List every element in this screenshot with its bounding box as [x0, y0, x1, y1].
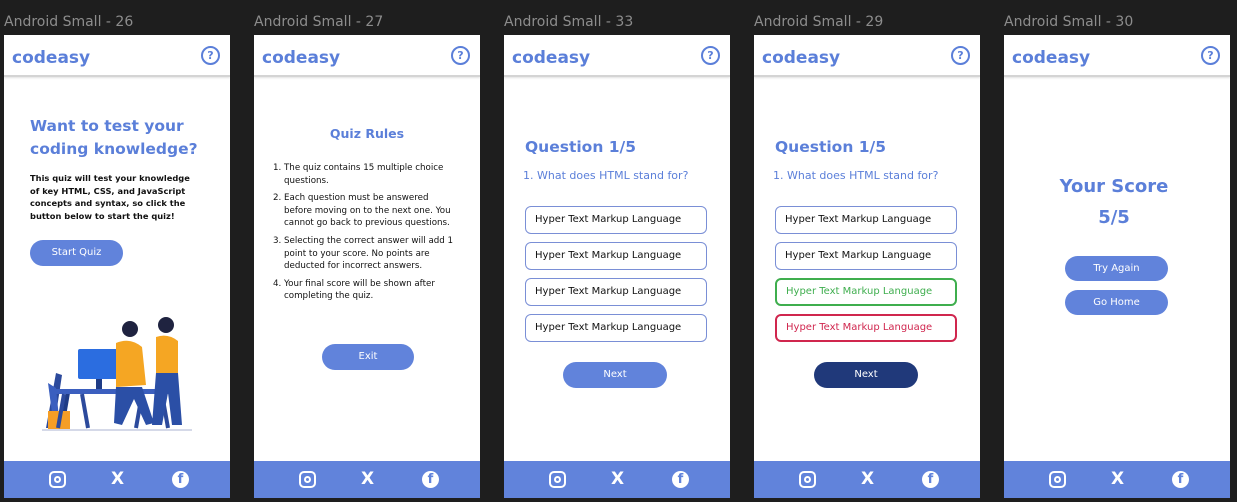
next-button[interactable]: Next: [814, 362, 918, 388]
app-header: codeasy ?: [4, 35, 230, 77]
x-twitter-icon[interactable]: X: [359, 471, 376, 488]
rule-item: Each question must be answered before mo…: [284, 192, 457, 230]
score-heading: Your Score: [1059, 176, 1169, 197]
answer-option[interactable]: Hyper Text Markup Language: [525, 314, 707, 342]
brand-logo[interactable]: codeasy: [262, 48, 340, 68]
answer-option[interactable]: Hyper Text Markup Language: [525, 206, 707, 234]
score-value: 5/5: [1098, 207, 1130, 228]
question-counter: Question 1/5: [525, 138, 636, 156]
start-quiz-button[interactable]: Start Quiz: [30, 240, 123, 266]
answer-option-correct[interactable]: Hyper Text Markup Language: [775, 278, 957, 306]
facebook-icon[interactable]: f: [922, 471, 939, 488]
frame-answered: Android Small - 29 codeasy ? Question 1/…: [754, 0, 980, 502]
frame-title: Android Small - 27: [254, 14, 384, 30]
rule-item: The quiz contains 15 multiple choice que…: [284, 162, 457, 187]
facebook-icon[interactable]: f: [1172, 471, 1189, 488]
answer-option[interactable]: Hyper Text Markup Language: [525, 278, 707, 306]
answer-option-wrong[interactable]: Hyper Text Markup Language: [775, 314, 957, 342]
app-header: codeasy ?: [504, 35, 730, 77]
brand-logo[interactable]: codeasy: [1012, 48, 1090, 68]
social-footer: X f: [754, 461, 980, 498]
rule-item: Selecting the correct answer will add 1 …: [284, 235, 457, 273]
phone-screen: codeasy ? Question 1/5 1. What does HTML…: [754, 35, 980, 498]
phone-screen: codeasy ? Question 1/5 1. What does HTML…: [504, 35, 730, 498]
try-again-button[interactable]: Try Again: [1065, 256, 1168, 281]
phone-screen: codeasy ? Quiz Rules The quiz contains 1…: [254, 35, 480, 498]
frame-title: Android Small - 29: [754, 14, 884, 30]
answer-option[interactable]: Hyper Text Markup Language: [775, 206, 957, 234]
intro-description: This quiz will test your knowledge of ke…: [30, 173, 190, 221]
help-icon[interactable]: ?: [451, 46, 470, 65]
question-text: 1. What does HTML stand for?: [773, 169, 939, 182]
next-button[interactable]: Next: [563, 362, 667, 388]
app-header: codeasy ?: [1004, 35, 1230, 77]
social-footer: X f: [1004, 461, 1230, 498]
x-twitter-icon[interactable]: X: [609, 471, 626, 488]
frame-result: Android Small - 30 codeasy ? Your Score …: [1004, 0, 1230, 502]
rules-list: The quiz contains 15 multiple choice que…: [272, 162, 457, 308]
instagram-icon[interactable]: [799, 471, 816, 488]
phone-screen: codeasy ? Your Score 5/5 Try Again Go Ho…: [1004, 35, 1230, 498]
help-icon[interactable]: ?: [201, 46, 220, 65]
instagram-icon[interactable]: [49, 471, 66, 488]
help-icon[interactable]: ?: [701, 46, 720, 65]
answer-option[interactable]: Hyper Text Markup Language: [525, 242, 707, 270]
facebook-icon[interactable]: f: [172, 471, 189, 488]
frame-question: Android Small - 33 codeasy ? Question 1/…: [504, 0, 730, 502]
help-icon[interactable]: ?: [1201, 46, 1220, 65]
go-home-button[interactable]: Go Home: [1065, 290, 1168, 315]
social-footer: X f: [504, 461, 730, 498]
frame-rules: Android Small - 27 codeasy ? Quiz Rules …: [254, 0, 480, 502]
social-footer: X f: [254, 461, 480, 498]
frame-title: Android Small - 33: [504, 14, 634, 30]
help-icon[interactable]: ?: [951, 46, 970, 65]
intro-heading: Want to test your coding knowledge?: [30, 117, 198, 158]
x-twitter-icon[interactable]: X: [859, 471, 876, 488]
phone-screen: codeasy ? Want to test your coding knowl…: [4, 35, 230, 498]
exit-button[interactable]: Exit: [322, 344, 414, 370]
rule-item: Your final score will be shown after com…: [284, 278, 457, 303]
facebook-icon[interactable]: f: [672, 471, 689, 488]
question-counter: Question 1/5: [775, 138, 886, 156]
frame-title: Android Small - 26: [4, 14, 134, 30]
app-header: codeasy ?: [754, 35, 980, 77]
brand-logo[interactable]: codeasy: [762, 48, 840, 68]
x-twitter-icon[interactable]: X: [109, 471, 126, 488]
answer-option[interactable]: Hyper Text Markup Language: [775, 242, 957, 270]
question-text: 1. What does HTML stand for?: [523, 169, 689, 182]
social-footer: X f: [4, 461, 230, 498]
frame-intro: Android Small - 26 codeasy ? Want to tes…: [4, 0, 230, 502]
app-header: codeasy ?: [254, 35, 480, 77]
rules-heading: Quiz Rules: [329, 126, 405, 141]
brand-logo[interactable]: codeasy: [512, 48, 590, 68]
brand-logo[interactable]: codeasy: [12, 48, 90, 68]
instagram-icon[interactable]: [299, 471, 316, 488]
frame-title: Android Small - 30: [1004, 14, 1134, 30]
instagram-icon[interactable]: [549, 471, 566, 488]
facebook-icon[interactable]: f: [422, 471, 439, 488]
x-twitter-icon[interactable]: X: [1109, 471, 1126, 488]
coding-illustration: [42, 317, 192, 431]
instagram-icon[interactable]: [1049, 471, 1066, 488]
